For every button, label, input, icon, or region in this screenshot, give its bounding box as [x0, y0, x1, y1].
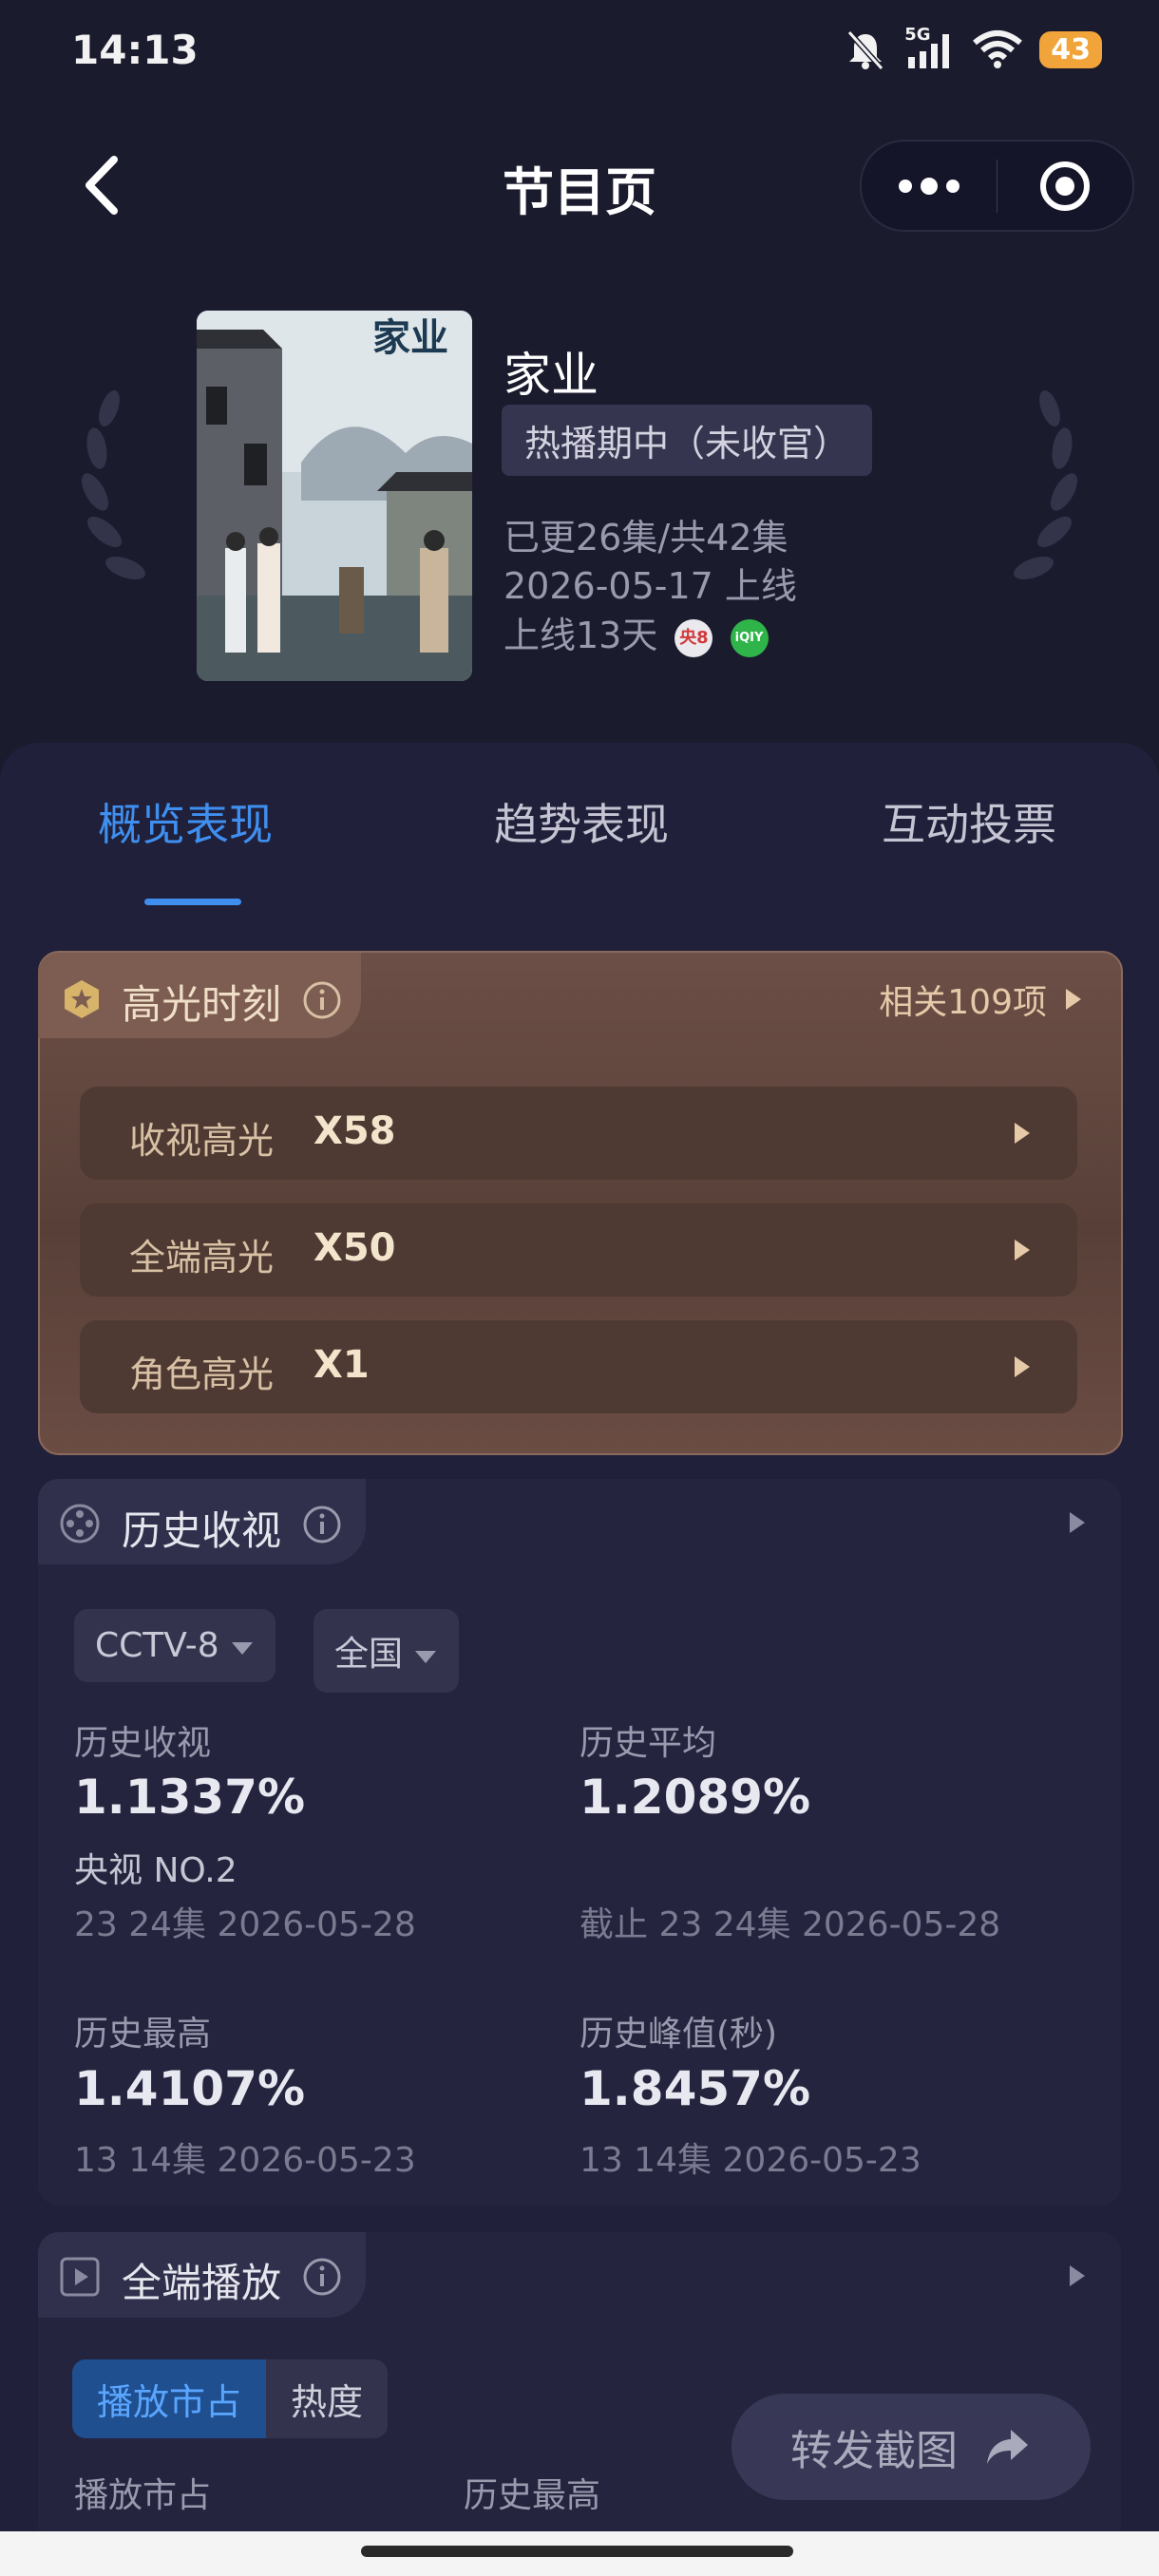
- info-icon[interactable]: [302, 1505, 342, 1544]
- segment-market-share[interactable]: 播放市占: [72, 2359, 267, 2438]
- stat-peak-label: 历史峰值(秒): [580, 2015, 778, 2054]
- more-button[interactable]: [862, 142, 997, 230]
- info-icon[interactable]: [302, 2257, 342, 2297]
- highlight-value: X58: [314, 1109, 396, 1153]
- highlight-value: X50: [314, 1226, 396, 1270]
- close-mini-program-button[interactable]: [998, 142, 1132, 230]
- wifi-icon: [973, 30, 1023, 68]
- highlight-label: 角色高光: [129, 1354, 275, 1395]
- stat-highest-value: 1.4107%: [74, 2061, 306, 2116]
- highlights-related-link[interactable]: 相关109项: [879, 975, 1083, 1024]
- days-online-row: 上线13天 央8 iQIY: [504, 606, 769, 658]
- cctv8-channel-icon: 央8: [674, 618, 713, 657]
- stat-average-label: 历史平均: [580, 1724, 717, 1763]
- iqiyi-platform-icon: iQIY: [730, 618, 769, 657]
- highlight-value: X1: [314, 1343, 370, 1387]
- channel-select-value: CCTV-8: [95, 1626, 219, 1665]
- caret-down-icon: [415, 1651, 437, 1663]
- star-badge-icon: [65, 980, 99, 1018]
- laurel-right-icon: [1014, 389, 1077, 580]
- target-circle-icon: [1040, 161, 1091, 211]
- episode-count: 已更26集/共42集: [504, 517, 788, 559]
- premiere-date: 2026-05-17 上线: [504, 565, 797, 607]
- stat-history-value: 1.1337%: [74, 1770, 306, 1825]
- home-indicator[interactable]: [361, 2546, 793, 2557]
- forward-arrow-icon: [987, 2430, 1028, 2464]
- stat-peak-detail: 13 14集 2026-05-23: [580, 2141, 922, 2180]
- show-poster[interactable]: 家业: [197, 311, 472, 681]
- status-time: 14:13: [71, 27, 199, 73]
- market-share-label: 播放市占: [74, 2476, 212, 2515]
- metric-segmented-control: 播放市占 热度: [72, 2359, 389, 2438]
- stat-peak-value: 1.8457%: [580, 2061, 811, 2116]
- share-button-label: 转发截图: [790, 2427, 958, 2475]
- laurel-left-icon: [82, 389, 145, 580]
- play-arrow-icon: [1015, 1123, 1030, 1144]
- history-ratings-title: 历史收视: [122, 1507, 282, 1554]
- play-arrow-icon: [1015, 1356, 1030, 1377]
- tab-vote[interactable]: 互动投票: [882, 790, 1056, 853]
- highlight-row-all-platform[interactable]: 全端高光 X50: [80, 1203, 1077, 1297]
- highlights-title: 高光时刻: [122, 981, 282, 1028]
- mute-bell-icon: [847, 29, 884, 70]
- active-tab-indicator: [144, 899, 241, 905]
- segment-heat[interactable]: 热度: [266, 2359, 389, 2438]
- poster-title-text: 家业: [372, 315, 448, 360]
- region-select[interactable]: 全国: [314, 1609, 460, 1693]
- play-square-icon: [60, 2257, 100, 2297]
- region-select-value: 全国: [334, 1635, 404, 1674]
- film-reel-icon: [60, 1504, 100, 1544]
- tab-trend[interactable]: 趋势表现: [494, 790, 669, 853]
- highlight-row-character[interactable]: 角色高光 X1: [80, 1320, 1077, 1413]
- info-icon[interactable]: [302, 980, 342, 1020]
- share-screenshot-button[interactable]: 转发截图: [732, 2394, 1091, 2500]
- status-icons: 5G 43: [844, 25, 1102, 70]
- play-arrow-icon: [1066, 989, 1081, 1010]
- stat-history-detail: 23 24集 2026-05-28: [74, 1905, 416, 1944]
- play-arrow-icon[interactable]: [1068, 2263, 1087, 2288]
- stat-average-value: 1.2089%: [580, 1770, 811, 1825]
- more-dots-icon: [898, 177, 960, 195]
- highlight-row-ratings[interactable]: 收视高光 X58: [80, 1087, 1077, 1180]
- airing-status-badge: 热播期中（未收官）: [502, 405, 873, 476]
- signal-icon: 5G: [904, 25, 956, 70]
- highlight-label: 收视高光: [129, 1120, 275, 1162]
- stat-highest-detail: 13 14集 2026-05-23: [74, 2141, 416, 2180]
- play-arrow-icon[interactable]: [1068, 1510, 1087, 1535]
- show-title: 家业: [504, 348, 598, 403]
- battery-indicator: 43: [1039, 30, 1102, 68]
- stat-history-rank: 央视 NO.2: [74, 1851, 238, 1890]
- all-platform-title: 全端播放: [122, 2260, 282, 2306]
- stat-average-detail: 截止 23 24集 2026-05-28: [580, 1905, 1001, 1944]
- history-highest-label: 历史最高: [464, 2476, 601, 2515]
- mini-program-capsule: [860, 140, 1134, 232]
- caret-down-icon: [232, 1642, 254, 1655]
- related-count: 相关109项: [879, 983, 1047, 1022]
- channel-select[interactable]: CCTV-8: [74, 1609, 276, 1682]
- days-online: 上线13天: [504, 615, 658, 656]
- tab-overview[interactable]: 概览表现: [98, 790, 273, 853]
- stat-highest-label: 历史最高: [74, 2015, 212, 2054]
- stat-history-label: 历史收视: [74, 1724, 212, 1763]
- poster-artwork: 家业: [197, 311, 472, 681]
- highlight-label: 全端高光: [129, 1237, 275, 1279]
- play-arrow-icon: [1015, 1240, 1030, 1260]
